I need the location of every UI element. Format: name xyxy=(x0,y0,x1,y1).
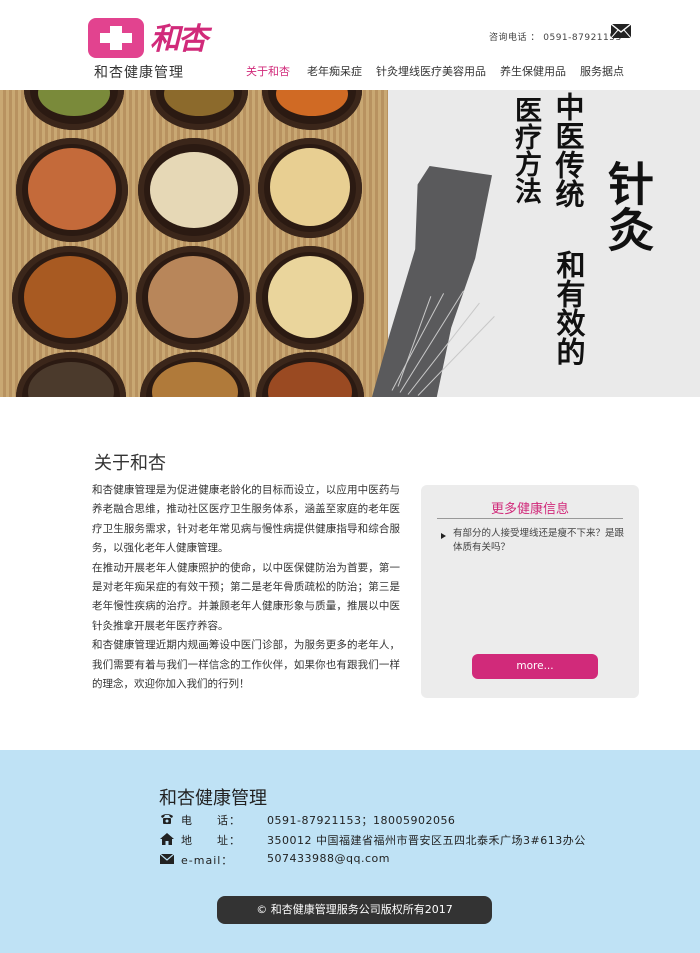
nav-item-about[interactable]: 关于和杏 xyxy=(246,63,290,79)
calligraphy-col-2: 中医传统 xyxy=(551,92,585,208)
copyright-badge: © 和杏健康管理服务公司版权所有2017 xyxy=(217,896,492,924)
contact-number: 0591-87921153 xyxy=(543,33,622,43)
site-header: 和杏 和杏健康管理 咨询电话 ： 0591-87921153 关于和杏 老年痴呆… xyxy=(0,0,700,90)
about-paragraph: 在推动开展老年人健康照护的使命，以中医保健防治为首要，第一是对老年痴呆症的有效干… xyxy=(92,561,400,632)
calligraphy-col-4: 针灸 xyxy=(601,160,655,252)
calligraphy-col-3: 和有效的 xyxy=(552,250,586,366)
email-value[interactable]: 507433988@qq.com xyxy=(267,852,390,865)
footer-title: 和杏健康管理 xyxy=(159,788,267,809)
nav-item-health-products[interactable]: 养生保健用品 xyxy=(500,63,566,79)
mail-icon[interactable] xyxy=(611,24,631,38)
mail-icon xyxy=(160,853,174,864)
divider xyxy=(437,518,623,519)
site-footer: 和杏健康管理 电 话： 0591-87921153；18005902056 地 … xyxy=(0,750,700,953)
address-label: 地 址： xyxy=(181,834,241,847)
home-icon xyxy=(160,833,174,845)
herb-bowls-image xyxy=(0,90,388,397)
about-text: 和杏健康管理是为促进健康老龄化的目标而设立，以应用中医药与养老融合思维，推动社区… xyxy=(92,481,400,694)
main-nav: 关于和杏 老年痴呆症 针灸埋线医疗美容用品 养生保健用品 服务据点 xyxy=(246,63,624,79)
health-article-link[interactable]: 有部分的人接受埋线还是瘦不下来？是跟体质有关吗？ xyxy=(439,527,624,555)
logo-name: 和杏健康管理 xyxy=(94,65,184,81)
address-value: 350012 中国福建省福州市晋安区五四北泰禾广场3#613办公 xyxy=(267,834,586,847)
phone-icon xyxy=(161,814,173,824)
nav-item-acupuncture[interactable]: 针灸埋线医疗美容用品 xyxy=(376,63,486,79)
nav-item-dementia[interactable]: 老年痴呆症 xyxy=(307,63,362,79)
contact-phone: 咨询电话 ： 0591-87921153 xyxy=(489,30,622,43)
calligraphy-col-1: 医疗方法 xyxy=(510,96,541,204)
more-health-info-box: 更多健康信息 有部分的人接受埋线还是瘦不下来？是跟体质有关吗？ more... xyxy=(421,485,639,698)
about-paragraph: 和杏健康管理近期内规画筹设中医门诊部，为服务更多的老年人，我们需要有着与我们一样… xyxy=(92,639,400,691)
contact-label: 咨询电话 ： xyxy=(489,33,540,43)
cross-logo-icon xyxy=(88,18,144,58)
logo-script: 和杏 xyxy=(150,22,208,57)
about-title: 关于和杏 xyxy=(94,453,166,474)
email-label: e-mail： xyxy=(181,854,234,867)
phone-label: 电 话： xyxy=(181,814,241,827)
phone-value: 0591-87921153；18005902056 xyxy=(267,814,456,827)
hero-banner: 医疗方法 中医传统 和有效的 针灸 xyxy=(0,90,700,397)
logo[interactable]: 和杏 和杏健康管理 xyxy=(88,14,208,81)
more-button[interactable]: more... xyxy=(472,654,598,679)
about-paragraph: 和杏健康管理是为促进健康老龄化的目标而设立，以应用中医药与养老融合思维，推动社区… xyxy=(92,484,400,555)
triangle-bullet-icon xyxy=(441,533,446,539)
side-box-title: 更多健康信息 xyxy=(490,502,569,517)
nav-item-service-points[interactable]: 服务据点 xyxy=(580,63,624,79)
article-title: 有部分的人接受埋线还是瘦不下来？是跟体质有关吗？ xyxy=(453,528,625,553)
